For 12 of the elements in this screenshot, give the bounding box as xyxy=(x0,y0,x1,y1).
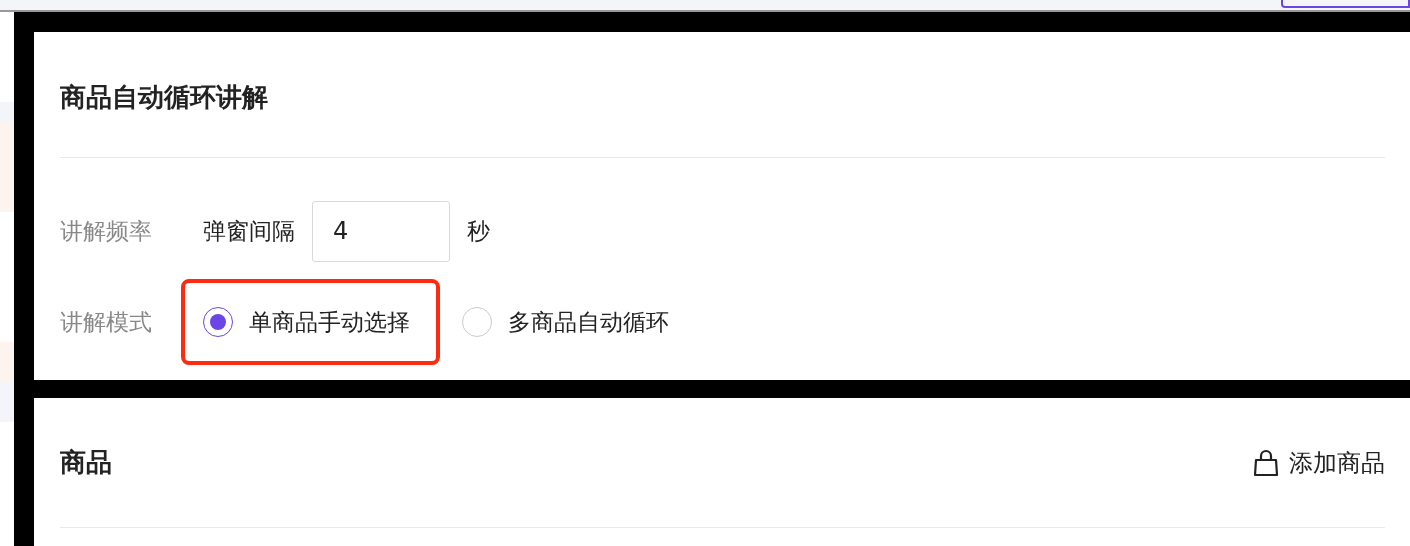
radio-label[interactable]: 单商品手动选择 xyxy=(249,306,410,338)
radio-label[interactable]: 多商品自动循环 xyxy=(508,306,669,338)
field-label: 讲解模式 xyxy=(60,307,153,337)
card-title: 商品自动循环讲解 xyxy=(60,32,1385,158)
field-label: 弹窗间隔 xyxy=(203,216,295,246)
unit-label: 秒 xyxy=(467,216,490,246)
add-product-button[interactable]: 添加商品 xyxy=(1253,446,1385,479)
radio-button[interactable] xyxy=(203,307,233,337)
card-title: 商品 xyxy=(60,446,112,479)
field-label: 讲解频率 xyxy=(60,216,153,246)
input-field[interactable]: 4 xyxy=(312,200,450,262)
bag-icon xyxy=(1253,448,1279,477)
